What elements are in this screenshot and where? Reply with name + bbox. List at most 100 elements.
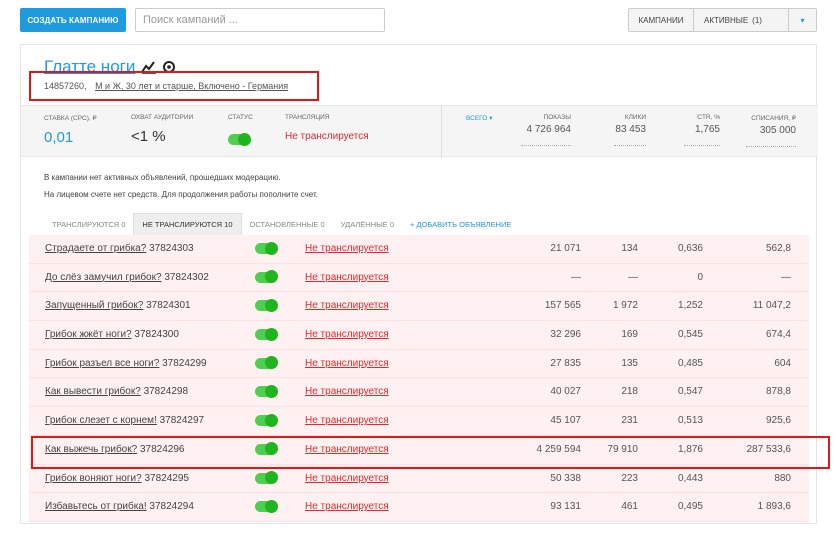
ad-impressions: 32 296	[550, 329, 581, 341]
impressions-stat: ПОКАЗЫ 4 726 964	[521, 114, 571, 146]
ad-ctr: 0	[697, 271, 703, 283]
ad-status-toggle[interactable]	[255, 270, 278, 286]
ad-broadcast-status[interactable]: Не транслируется	[305, 243, 389, 254]
highlight-box-row	[31, 436, 830, 469]
ad-spend: 925,6	[765, 415, 791, 427]
ad-status-toggle[interactable]	[255, 499, 278, 515]
ad-status-toggle[interactable]	[255, 384, 278, 400]
broadcast-value: Не транслируется	[285, 131, 369, 142]
ad-impressions: 21 071	[550, 243, 581, 254]
tab-broadcasting[interactable]: ТРАНСЛИРУЮТСЯ 0	[44, 213, 133, 235]
ad-id: 37824299	[162, 357, 207, 369]
campaign-search-input[interactable]	[135, 8, 385, 32]
ad-broadcast-status[interactable]: Не транслируется	[305, 272, 389, 283]
table-row: Грибок жжёт ноги? 37824300 Не транслирует…	[29, 321, 809, 350]
ad-ctr: 0,545	[677, 329, 703, 341]
broadcast-label: ТРАНСЛЯЦИЯ	[285, 114, 330, 121]
table-row: Страдаете от грибка? 37824303 Не транслир…	[29, 235, 809, 264]
ad-status-toggle[interactable]	[255, 471, 278, 487]
spend-value: 305 000	[759, 125, 796, 136]
ad-name-link[interactable]: До слёз замучил грибок?	[45, 272, 162, 283]
tab-stopped[interactable]: ОСТАНОВЛЕННЫЕ 0	[242, 213, 333, 235]
ad-id: 37824294	[149, 501, 194, 513]
ad-name-cell: Грибок воняют ноги? 37824295	[45, 473, 189, 484]
ad-status-toggle[interactable]	[255, 327, 278, 343]
ad-impressions: 50 338	[550, 472, 581, 484]
add-ad-button[interactable]: + ДОБАВИТЬ ОБЪЯВЛЕНИЕ	[402, 213, 519, 235]
clicks-stat: КЛИКИ 83 453	[614, 114, 646, 146]
ad-name-link[interactable]: Избавьтесь от грибка!	[45, 501, 147, 512]
create-campaign-button[interactable]: СОЗДАТЬ КАМПАНИЮ	[20, 8, 126, 32]
impressions-underline	[521, 145, 571, 146]
ad-name-cell: Страдаете от грибка? 37824303	[45, 243, 194, 254]
ad-status-toggle[interactable]	[255, 298, 278, 314]
ad-name-link[interactable]: Как вывести грибок?	[45, 386, 141, 397]
reach-label: ОХВАТ АУДИТОРИИ	[131, 114, 194, 121]
ad-status-toggle[interactable]	[255, 241, 278, 257]
ad-ctr: 0,636	[677, 243, 703, 254]
ad-name-cell: Грибок слезет с корнем! 37824297	[45, 415, 204, 426]
ad-name-cell: Грибок разъел все ноги? 37824299	[45, 358, 207, 369]
active-filter-count: (1)	[752, 15, 762, 25]
stats-panel: СТАВКА (CPC), ₽ 0,01 ОХВАТ АУДИТОРИИ <1 …	[21, 105, 818, 158]
spend-underline	[746, 146, 796, 147]
ad-clicks: 223	[621, 472, 638, 484]
ad-broadcast-status[interactable]: Не транслируется	[305, 329, 389, 340]
table-row: Избавьтесь от грибка! 37824294 Не трансли…	[29, 493, 809, 522]
ctr-stat: CTR, % 1,765	[684, 114, 720, 146]
clicks-value: 83 453	[615, 124, 646, 135]
spend-label: СПИСАНИЯ, ₽	[751, 115, 796, 122]
ad-name-cell: До слёз замучил грибок? 37824302	[45, 272, 209, 283]
tab-deleted[interactable]: УДАЛЁННЫЕ 0	[333, 213, 402, 235]
ad-name-cell: Запущенный грибок? 37824301	[45, 300, 191, 311]
ad-ctr: 0,495	[677, 501, 703, 513]
ad-clicks: 169	[621, 329, 638, 341]
ad-id: 37824300	[134, 329, 179, 341]
ad-status-toggle[interactable]	[255, 413, 278, 429]
ad-broadcast-status[interactable]: Не транслируется	[305, 415, 389, 426]
highlight-box-meta	[29, 71, 319, 101]
ad-spend: 674,4	[765, 329, 791, 341]
chevron-down-icon[interactable]: ▾	[789, 9, 816, 31]
ad-impressions: 93 131	[550, 501, 581, 513]
spend-stat: СПИСАНИЯ, ₽ 305 000	[746, 114, 796, 147]
ad-ctr: 0,443	[677, 472, 703, 484]
status-stat: СТАТУС	[228, 114, 253, 150]
total-period-dropdown[interactable]: ВСЕГО ▾	[466, 114, 492, 122]
ad-id: 37824303	[149, 243, 194, 254]
ad-name-link[interactable]: Страдаете от грибка?	[45, 243, 146, 254]
ad-broadcast-status[interactable]: Не транслируется	[305, 501, 389, 512]
table-row: Грибок слезет с корнем! 37824297 Не транс…	[29, 407, 809, 436]
stats-divider	[441, 106, 442, 158]
ad-spend: 878,8	[765, 386, 791, 398]
ad-broadcast-status[interactable]: Не транслируется	[305, 358, 389, 369]
ad-status-toggle[interactable]	[255, 356, 278, 372]
campaign-status-toggle[interactable]	[228, 132, 251, 146]
status-label: СТАТУС	[228, 114, 253, 121]
campaigns-tab[interactable]: КАМПАНИИ	[629, 9, 694, 31]
ad-id: 37824301	[146, 300, 191, 312]
table-row: Грибок разъел все ноги? 37824299 Не транс…	[29, 349, 809, 379]
ad-broadcast-status[interactable]: Не транслируется	[305, 473, 389, 484]
ad-broadcast-status[interactable]: Не транслируется	[305, 300, 389, 311]
ad-id: 37824298	[143, 386, 189, 398]
ad-clicks: 231	[621, 415, 638, 427]
ad-id: 37824295	[144, 472, 189, 484]
tab-not-broadcasting[interactable]: НЕ ТРАНСЛИРУЮТСЯ 10	[133, 213, 242, 235]
broadcast-stat: ТРАНСЛЯЦИЯ Не транслируется	[285, 114, 369, 142]
ad-spend: 562,8	[765, 243, 791, 254]
ad-clicks: 218	[621, 386, 638, 398]
ad-name-link[interactable]: Грибок воняют ноги?	[45, 473, 142, 484]
ad-spend: 604	[774, 357, 791, 369]
notice-no-active-ads: В кампании нет активных объявлений, прош…	[44, 173, 281, 182]
ad-name-link[interactable]: Запущенный грибок?	[45, 300, 143, 311]
ad-name-link[interactable]: Грибок жжёт ноги?	[45, 329, 132, 340]
ad-name-link[interactable]: Грибок разъел все ноги?	[45, 358, 159, 369]
table-row: До слёз замучил грибок? 37824302 Не транс…	[29, 263, 809, 293]
bid-value[interactable]: 0,01	[44, 129, 97, 146]
active-filter[interactable]: АКТИВНЫЕ (1)	[694, 9, 789, 31]
ad-broadcast-status[interactable]: Не транслируется	[305, 386, 389, 397]
ad-name-cell: Грибок жжёт ноги? 37824300	[45, 329, 179, 340]
bid-label: СТАВКА (CPC), ₽	[44, 115, 97, 122]
ad-name-link[interactable]: Грибок слезет с корнем!	[45, 415, 157, 426]
